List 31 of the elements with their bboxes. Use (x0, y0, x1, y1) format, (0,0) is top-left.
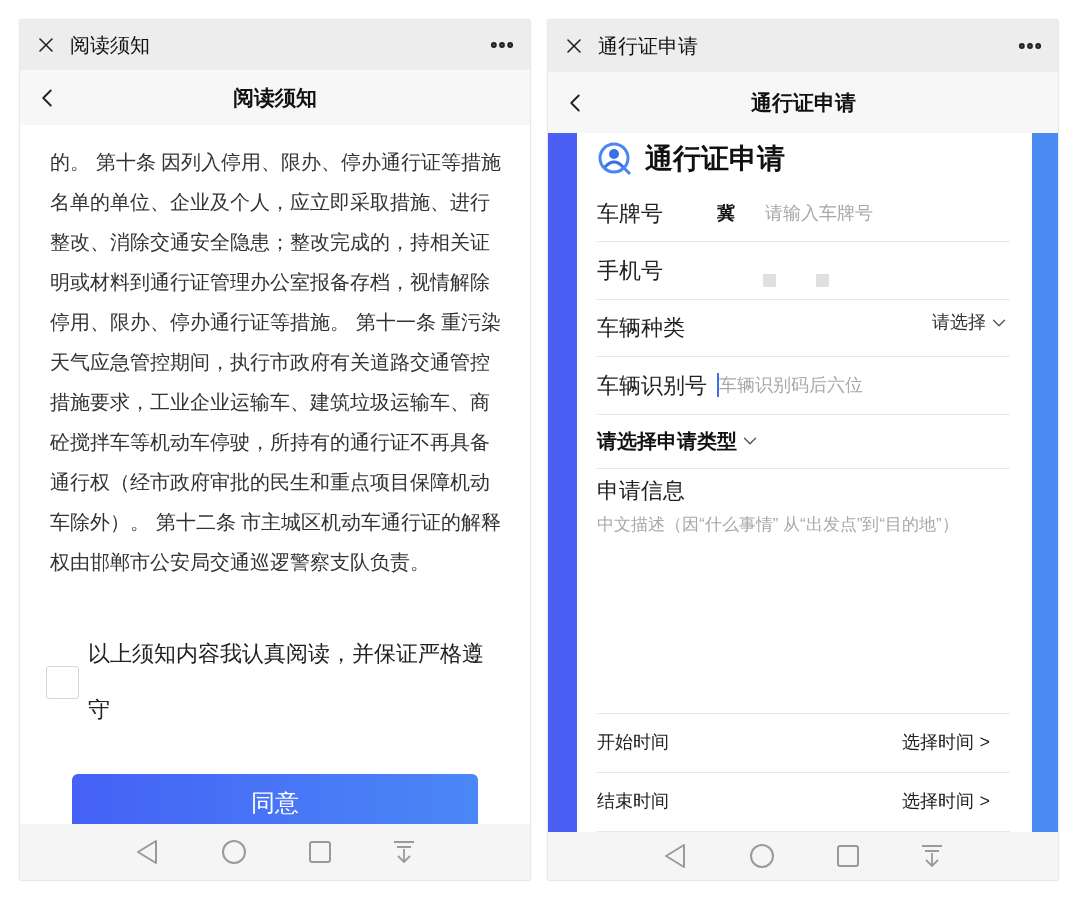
field-label: 开始时间 (597, 731, 669, 755)
time-picker-link[interactable]: 选择时间 > (902, 729, 990, 757)
notice-text: 的。 第十条 因列入停用、限办、停办通行证等措施名单的单位、企业及个人，应立即采取措施、进行整改、消除交通安全隐患；整改完成的，持相关证明或材料到通行证管理办公室报备存档，视情解除停用、限办、停办通行证等措施。 第十一条 重污染天气应急管控期间，执行市政府有关道路交通管控措施要求，工业企业运输车、建筑垃圾运输车、商砼搅拌车等机动车停驶，所持有的通行证不再具备通行权（经市政府审批的民生和重点项目保障机动车除外）。 第十二条 市主城区机动车通行证的解释权由邯郸市公安局交通巡逻警察支队负责。 (49, 150, 503, 575)
page-title: 阅读须知 (233, 84, 317, 111)
recents-icon[interactable] (309, 841, 331, 863)
recents-icon[interactable] (837, 845, 859, 867)
application-type-dropdown[interactable]: 请选择申请类型 (597, 426, 761, 457)
window-title: 通行证申请 (598, 34, 698, 59)
agreement-checkbox[interactable] (46, 665, 79, 699)
masked-digit (763, 274, 776, 288)
province-prefix[interactable]: 冀 (717, 199, 735, 227)
field-label: 车牌号 (597, 199, 664, 228)
home-icon[interactable] (749, 843, 775, 869)
agree-button[interactable]: 同意 (72, 774, 478, 824)
notification-pull-icon[interactable] (921, 844, 943, 868)
masked-digit (816, 274, 829, 288)
field-label: 车辆种类 (597, 314, 685, 343)
field-label: 申请信息 (597, 477, 686, 505)
text-caret (717, 373, 719, 398)
time-picker-link[interactable]: 选择时间 > (902, 788, 990, 816)
user-search-icon (597, 141, 633, 177)
field-label: 车辆识别号 (597, 371, 708, 400)
home-icon[interactable] (221, 839, 247, 865)
field-label: 结束时间 (597, 790, 669, 814)
page-title: 通行证申请 (750, 89, 856, 116)
field-label: 手机号 (597, 257, 664, 286)
agreement-label: 以上须知内容我认真阅读，并保证严格遵守 (88, 641, 485, 724)
notification-pull-icon[interactable] (393, 840, 415, 864)
vehicle-type-select[interactable]: 请选择 (932, 309, 1010, 337)
window-title: 阅读须知 (70, 33, 150, 58)
form-heading: 通行证申请 (645, 142, 785, 176)
